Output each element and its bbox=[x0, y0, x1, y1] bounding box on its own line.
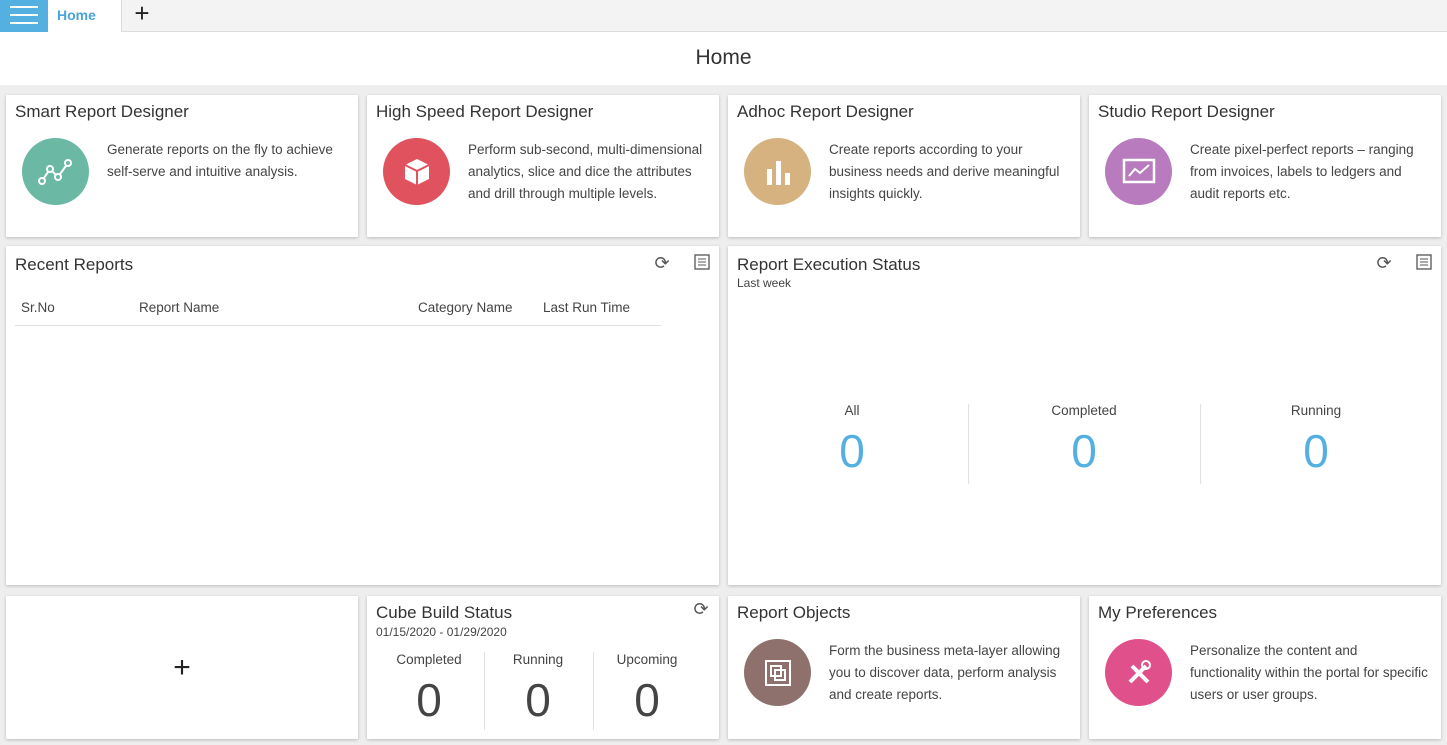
designer-card-adhoc[interactable]: Adhoc Report Designer Create reports acc… bbox=[728, 95, 1080, 237]
monitor-chart-icon bbox=[1105, 138, 1172, 205]
stat-label: Completed bbox=[396, 652, 462, 667]
list-view-icon[interactable] bbox=[692, 254, 712, 274]
divider bbox=[484, 652, 485, 730]
card-title: My Preferences bbox=[1098, 603, 1218, 622]
widget-title: Recent Reports bbox=[15, 255, 134, 274]
widget-subtitle: Last week bbox=[737, 276, 792, 290]
stat-completed[interactable]: Completed 0 bbox=[379, 652, 479, 727]
card-description: Form the business meta-layer allowing yo… bbox=[829, 643, 1061, 702]
cube-icon bbox=[383, 138, 450, 205]
stat-label: Running bbox=[1290, 403, 1342, 418]
bar-chart-icon bbox=[744, 138, 811, 205]
stat-running[interactable]: Running 0 bbox=[488, 652, 588, 727]
card-title: Studio Report Designer bbox=[1098, 102, 1275, 121]
widget-title: Cube Build Status bbox=[376, 603, 513, 622]
recent-reports-widget: Recent Reports ⟳ Sr.No Report Name Categ… bbox=[6, 246, 719, 585]
table-header: Sr.No Report Name Category Name Last Run… bbox=[15, 296, 661, 326]
stat-label: Running bbox=[512, 652, 564, 667]
stat-value: 0 bbox=[839, 425, 865, 477]
tab-home[interactable]: Home bbox=[48, 0, 122, 32]
refresh-icon[interactable]: ⟳ bbox=[691, 600, 711, 620]
hamburger-line bbox=[10, 14, 38, 16]
card-description: Create reports according to your busines… bbox=[829, 142, 1060, 201]
tab-bar: Home + bbox=[0, 0, 1447, 32]
add-tab-button[interactable]: + bbox=[122, 0, 162, 32]
stat-label: Completed bbox=[1051, 403, 1117, 418]
execution-status-widget: Report Execution Status Last week ⟳ All … bbox=[728, 246, 1441, 585]
card-title: High Speed Report Designer bbox=[376, 102, 594, 121]
stat-label: Upcoming bbox=[616, 652, 678, 667]
widget-subtitle: 01/15/2020 - 01/29/2020 bbox=[376, 625, 507, 639]
designer-card-smart[interactable]: Smart Report Designer Generate reports o… bbox=[6, 95, 358, 237]
widget-title: Report Execution Status bbox=[737, 255, 921, 274]
refresh-icon[interactable]: ⟳ bbox=[1374, 254, 1394, 274]
stat-running[interactable]: Running 0 bbox=[1256, 403, 1376, 478]
designer-card-high-speed[interactable]: High Speed Report Designer Perform sub-s… bbox=[367, 95, 719, 237]
column-header[interactable]: Sr.No bbox=[21, 300, 61, 315]
objects-icon bbox=[744, 639, 811, 706]
list-view-icon[interactable] bbox=[1414, 254, 1434, 274]
card-title: Report Objects bbox=[737, 603, 851, 622]
report-objects-card[interactable]: Report Objects Form the business meta-la… bbox=[728, 596, 1080, 739]
divider bbox=[968, 404, 969, 484]
hamburger-line bbox=[10, 6, 38, 8]
stat-label: All bbox=[844, 403, 860, 418]
stat-completed[interactable]: Completed 0 bbox=[1024, 403, 1144, 478]
add-widget-card[interactable]: + bbox=[6, 596, 358, 739]
card-title: Adhoc Report Designer bbox=[737, 102, 914, 121]
card-description: Create pixel-perfect reports – ranging f… bbox=[1190, 142, 1414, 201]
page-title: Home bbox=[0, 32, 1447, 85]
card-description: Perform sub-second, multi-dimensional an… bbox=[468, 142, 703, 201]
preferences-card[interactable]: My Preferences Personalize the content a… bbox=[1089, 596, 1441, 739]
line-chart-icon bbox=[22, 138, 89, 205]
designer-card-studio[interactable]: Studio Report Designer Create pixel-perf… bbox=[1089, 95, 1441, 237]
hamburger-line bbox=[10, 22, 38, 24]
stat-value: 0 bbox=[1303, 425, 1329, 477]
hamburger-menu-button[interactable] bbox=[0, 0, 48, 32]
card-title: Smart Report Designer bbox=[15, 102, 189, 121]
card-description: Generate reports on the fly to achieve s… bbox=[107, 142, 333, 179]
divider bbox=[593, 652, 594, 730]
stat-value: 0 bbox=[525, 674, 551, 726]
stat-all[interactable]: All 0 bbox=[792, 403, 912, 478]
divider bbox=[1200, 404, 1201, 484]
stat-value: 0 bbox=[1071, 425, 1097, 477]
stat-value: 0 bbox=[634, 674, 660, 726]
add-widget-button[interactable]: + bbox=[6, 596, 358, 739]
stat-value: 0 bbox=[416, 674, 442, 726]
column-header[interactable]: Report Name bbox=[139, 300, 219, 315]
stat-upcoming[interactable]: Upcoming 0 bbox=[597, 652, 697, 727]
column-header[interactable]: Category Name bbox=[418, 300, 513, 315]
card-description: Personalize the content and functionalit… bbox=[1190, 643, 1428, 702]
tools-icon bbox=[1105, 639, 1172, 706]
column-header[interactable]: Last Run Time bbox=[543, 300, 630, 315]
cube-build-widget: Cube Build Status 01/15/2020 - 01/29/202… bbox=[367, 596, 719, 739]
refresh-icon[interactable]: ⟳ bbox=[652, 254, 672, 274]
